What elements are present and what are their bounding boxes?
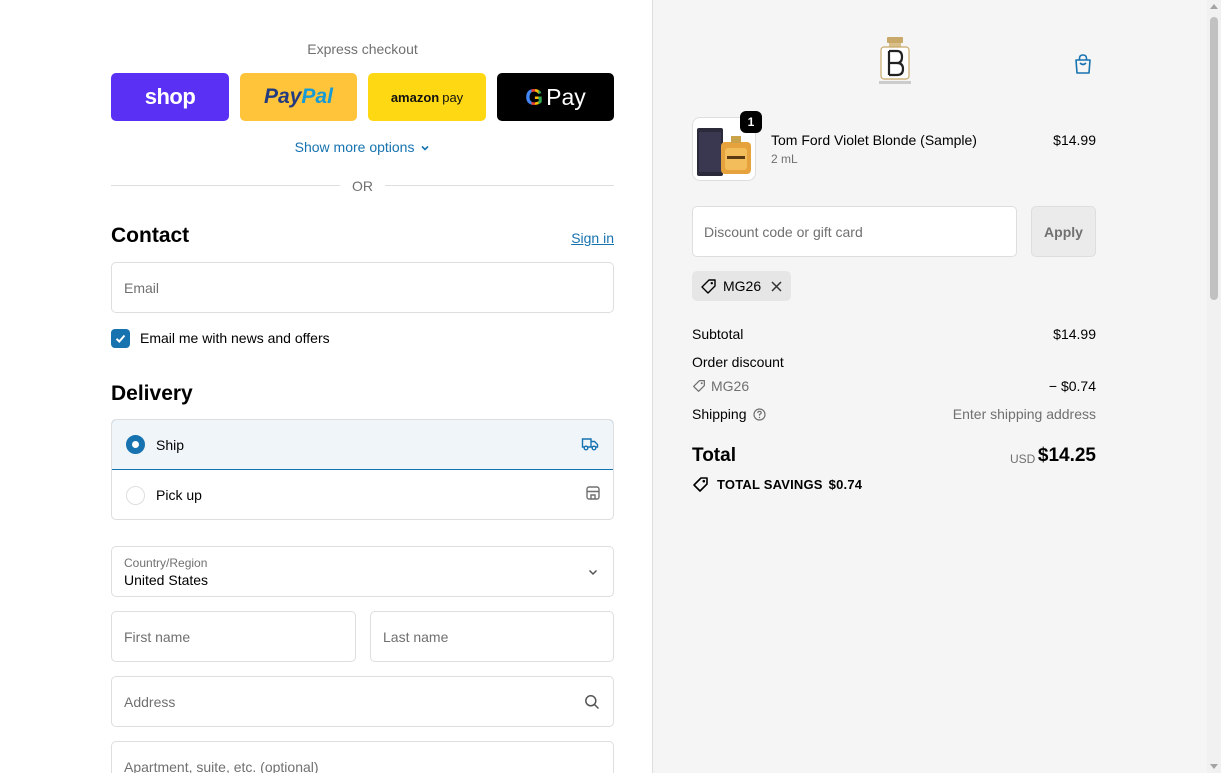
first-name-field[interactable]: First name — [111, 611, 356, 662]
apartment-placeholder: Apartment, suite, etc. (optional) — [124, 759, 319, 773]
newsletter-label: Email me with news and offers — [140, 330, 330, 346]
order-discount-code-row: MG26 − $0.74 — [692, 378, 1096, 394]
last-name-placeholder: Last name — [383, 628, 449, 645]
google-pay-label: Pay — [546, 83, 586, 110]
shop-pay-button[interactable]: shop — [111, 73, 229, 121]
scroll-down-arrow[interactable] — [1210, 764, 1218, 769]
amazon-pay-button[interactable]: amazon pay — [368, 73, 486, 121]
order-discount-value: − $0.74 — [1048, 378, 1096, 394]
close-icon — [771, 280, 782, 292]
google-pay-button[interactable]: G Pay — [497, 73, 614, 121]
first-name-placeholder: First name — [124, 628, 191, 645]
email-field[interactable]: Email — [111, 262, 614, 313]
paypal-label-pal: Pal — [301, 85, 333, 108]
total-label: Total — [692, 445, 736, 466]
shipping-row: Shipping Enter shipping address — [692, 406, 1096, 422]
chevron-down-icon — [421, 146, 429, 151]
delivery-heading: Delivery — [111, 382, 193, 405]
shipping-value: Enter shipping address — [952, 406, 1096, 422]
checkmark-icon — [115, 334, 126, 343]
total-savings-label: TOTAL SAVINGS — [717, 477, 823, 492]
contact-heading: Contact — [111, 224, 190, 247]
newsletter-option: Email me with news and offers — [111, 328, 330, 348]
country-select[interactable]: Country/Region United States — [111, 546, 614, 597]
chevron-down-icon — [588, 569, 598, 576]
amazon-pay-label: pay — [442, 89, 464, 105]
show-more-options-link[interactable]: Show more options — [111, 139, 614, 155]
order-discount-code: MG26 — [711, 378, 750, 394]
product-name: Tom Ford Violet Blonde (Sample) — [771, 132, 977, 148]
express-checkout-title: Express checkout — [307, 41, 418, 57]
total-savings-value: $0.74 — [828, 477, 863, 492]
subtotal-value: $14.99 — [1053, 326, 1096, 342]
paypal-label-pay: Pay — [264, 85, 302, 108]
or-divider: OR — [111, 178, 614, 194]
delivery-option-pickup[interactable]: Pick up — [112, 470, 613, 519]
truck-icon — [581, 438, 599, 451]
or-label: OR — [352, 178, 373, 194]
address-placeholder: Address — [124, 693, 176, 710]
subtotal-label: Subtotal — [692, 326, 744, 342]
checkout-form-panel: Express checkout shop Pay Pal amazon pay G… — [0, 0, 652, 773]
total-savings: TOTAL SAVINGS $0.74 — [692, 476, 862, 493]
shopping-bag-icon[interactable] — [1071, 52, 1095, 76]
store-logo[interactable] — [877, 37, 913, 89]
product-price: $14.99 — [1053, 132, 1096, 148]
quantity-badge: 1 — [740, 111, 762, 133]
pickup-label: Pick up — [156, 487, 202, 503]
applied-discount-code: MG26 — [723, 278, 762, 294]
apartment-field[interactable]: Apartment, suite, etc. (optional) — [111, 741, 614, 773]
applied-discount-chip: MG26 — [692, 271, 792, 301]
subtotal-row: Subtotal $14.99 — [692, 326, 1096, 342]
country-label: Country/Region — [124, 556, 208, 570]
discount-code-field[interactable]: Discount code or gift card — [692, 206, 1017, 257]
show-more-options-label: Show more options — [294, 139, 415, 155]
product-variant: 2 mL — [771, 152, 798, 166]
ship-label: Ship — [156, 436, 185, 453]
delivery-method-group: Ship Pick up — [111, 419, 614, 520]
tag-icon — [693, 380, 705, 392]
apply-discount-button[interactable]: Apply — [1031, 206, 1096, 257]
newsletter-checkbox[interactable] — [111, 328, 130, 348]
store-icon — [586, 486, 600, 500]
scrollbar-thumb[interactable] — [1210, 17, 1218, 300]
shop-pay-label: shop — [144, 84, 196, 109]
sign-in-link[interactable]: Sign in — [540, 230, 614, 246]
order-discount-row: Order discount — [692, 354, 1096, 370]
help-circle-icon[interactable] — [752, 407, 766, 421]
divider-line — [385, 185, 614, 186]
discount-placeholder: Discount code or gift card — [704, 223, 863, 240]
tag-icon — [701, 278, 716, 294]
google-g-icon: G — [525, 83, 544, 110]
total-value: $14.25 — [1037, 445, 1096, 466]
remove-discount-button[interactable] — [770, 280, 783, 293]
page-scrollbar[interactable] — [1207, 0, 1221, 773]
country-value: United States — [124, 572, 209, 588]
pickup-radio[interactable] — [126, 485, 145, 505]
ship-radio[interactable] — [126, 435, 145, 454]
scroll-up-arrow[interactable] — [1210, 4, 1218, 9]
address-field[interactable]: Address — [111, 676, 614, 727]
delivery-option-ship[interactable]: Ship — [112, 420, 613, 470]
order-discount-label: Order discount — [692, 354, 784, 370]
email-placeholder: Email — [124, 279, 160, 296]
search-icon — [585, 695, 600, 710]
amazon-label: amazon — [390, 89, 440, 105]
last-name-field[interactable]: Last name — [370, 611, 614, 662]
order-summary-panel: 1 Tom Ford Violet Blonde (Sample) 2 mL $… — [652, 0, 1207, 773]
shipping-label: Shipping — [692, 406, 747, 422]
total-currency: USD — [1010, 452, 1036, 466]
paypal-button[interactable]: Pay Pal — [240, 73, 357, 121]
tag-icon — [693, 477, 708, 492]
